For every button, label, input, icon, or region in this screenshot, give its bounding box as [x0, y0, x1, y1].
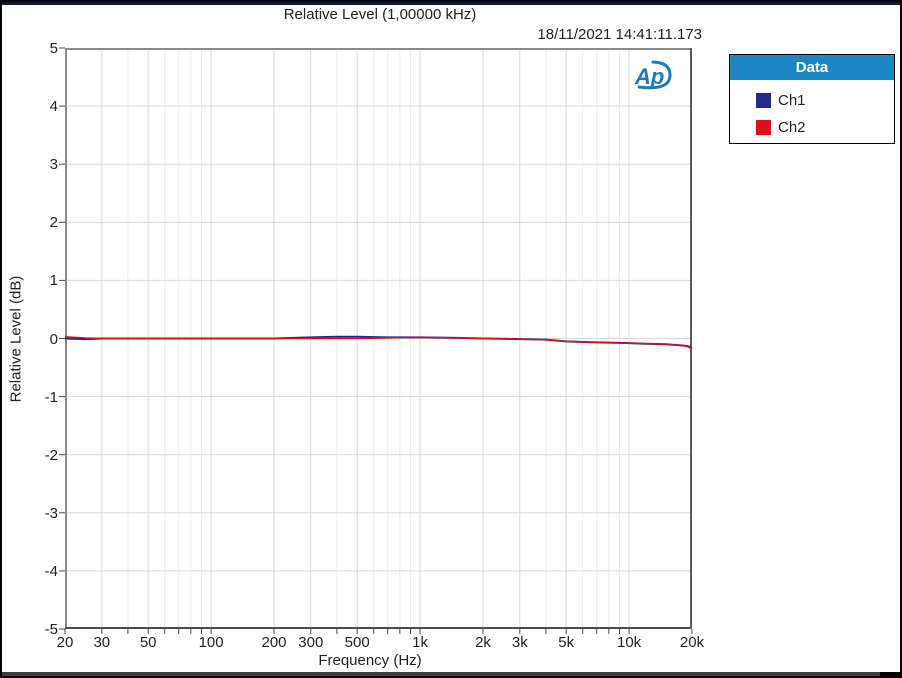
y-tick-label--4: -4 — [44, 562, 58, 580]
x-tick-label-2k: 2k — [475, 634, 491, 651]
y-axis-label: Relative Level (dB) — [7, 275, 25, 403]
chart-title: Relative Level (1,00000 kHz) — [283, 6, 477, 23]
timestamp: 18/11/2021 14:41:11.173 — [537, 26, 702, 43]
legend-item-ch2[interactable]: Ch2 — [756, 114, 894, 141]
ap-graph-window: Relative Level (1,00000 kHz) 18/11/2021 … — [0, 0, 902, 678]
y-tick-label-4: 4 — [49, 98, 58, 116]
y-tick-label-2: 2 — [49, 214, 58, 232]
x-tick-label-10k: 10k — [616, 634, 642, 651]
legend-item-ch1[interactable]: Ch1 — [756, 87, 894, 114]
top-border-bar — [2, 2, 900, 5]
legend-swatch-ch2 — [756, 120, 771, 135]
x-tick-label-3k: 3k — [511, 634, 528, 651]
plot-area[interactable]: Ap — [59, 47, 693, 634]
legend-item-label: Ch1 — [778, 92, 806, 109]
x-tick-label-30: 30 — [93, 634, 111, 651]
y-tick-label--3: -3 — [44, 504, 58, 522]
x-tick-label-1k: 1k — [412, 634, 428, 651]
legend-item-label: Ch2 — [778, 119, 806, 136]
ap-logo-icon: Ap — [632, 58, 674, 94]
x-tick-label-50: 50 — [139, 634, 157, 651]
x-axis-label: Frequency (Hz) — [318, 652, 422, 669]
x-tick-label-500: 500 — [344, 634, 370, 651]
legend-header: Data — [730, 55, 894, 80]
legend-panel: Data Ch1 Ch2 — [729, 54, 895, 144]
x-tick-label-300: 300 — [298, 634, 324, 651]
legend-items: Ch1 Ch2 — [730, 80, 894, 141]
bottom-border-bar — [2, 672, 900, 676]
y-tick-label-5: 5 — [49, 40, 58, 57]
x-tick-label-5k: 5k — [558, 634, 575, 651]
legend-swatch-ch1 — [756, 93, 771, 108]
chart-svg[interactable] — [59, 47, 693, 634]
x-tick-label-100: 100 — [198, 634, 224, 651]
x-tick-label-20k: 20k — [679, 634, 705, 651]
y-tick-label--2: -2 — [44, 446, 58, 464]
y-tick-label-3: 3 — [49, 156, 58, 174]
y-tick-label--5: -5 — [44, 621, 58, 638]
x-tick-label-200: 200 — [261, 634, 287, 651]
ap-logo-text: Ap — [634, 64, 664, 89]
x-tick-label-20: 20 — [56, 634, 74, 651]
